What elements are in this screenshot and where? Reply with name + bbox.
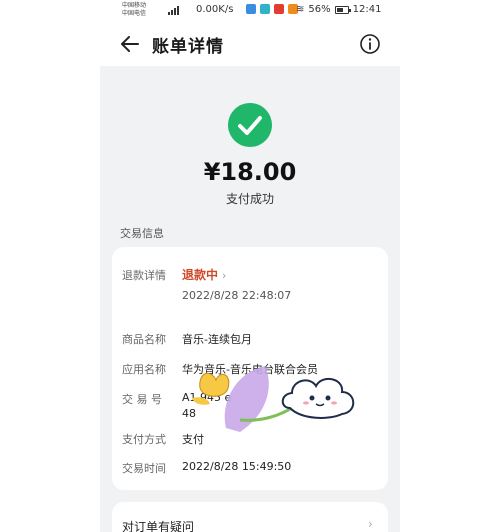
app-icon [274,4,284,14]
signal-icon [168,5,179,15]
bill-detail-panel: ¥18.00 支付成功 交易信息 退款详情 退款中 › 2022/8/28 22:… [100,66,400,532]
page-title: 账单详情 [152,37,224,57]
refund-status: 退款中 [182,268,219,282]
app-icon [246,4,256,14]
cloud-icon [281,377,355,419]
status-right: ≋ 56% 12:41 [296,4,381,15]
flower-icon [192,372,230,405]
chevron-right-icon: › [222,269,227,282]
dispute-label: 对订单有疑问 [122,520,195,532]
battery-icon [334,5,351,14]
notification-icons [246,4,298,14]
payment-amount: ¥18.00 [203,158,297,186]
refund-value[interactable]: 退款中 › [182,266,226,283]
dispute-row[interactable]: 对订单有疑问 › [112,502,388,532]
app-header: 账单详情 [0,24,500,64]
chevron-right-icon: › [368,517,373,531]
transaction-time-value: 2022/8/28 15:49:50 [182,460,292,473]
payment-status: 支付成功 [225,192,274,206]
product-label: 商品名称 [122,333,166,346]
carrier-info: 中国移动 中国电信 [122,2,146,18]
transaction-id-label: 交 易 号 [122,393,162,406]
product-value: 音乐-连续包月 [182,333,252,346]
battery-percent: 56% [308,4,331,15]
carrier-2: 中国电信 [122,10,147,17]
section-title: 交易信息 [120,227,164,240]
success-check-icon [228,103,272,147]
clock: 12:41 [352,4,382,15]
app-icon [260,4,270,14]
app-label: 应用名称 [122,363,166,376]
carrier-1: 中国移动 [122,2,147,9]
refund-time: 2022/8/28 22:48:07 [182,289,292,302]
status-bar: 中国移动 中国电信 0.00K/s ≋ 56% 12:41 [0,0,500,22]
network-speed: 0.00K/s [196,4,234,15]
wifi-icon: ≋ [296,4,305,15]
payment-method-label: 支付方式 [122,433,166,446]
back-arrow-icon[interactable] [118,32,142,56]
transaction-time-label: 交易时间 [122,462,166,475]
sticker-decoration [192,366,355,432]
info-icon[interactable] [359,33,381,55]
refund-label: 退款详情 [122,269,166,282]
